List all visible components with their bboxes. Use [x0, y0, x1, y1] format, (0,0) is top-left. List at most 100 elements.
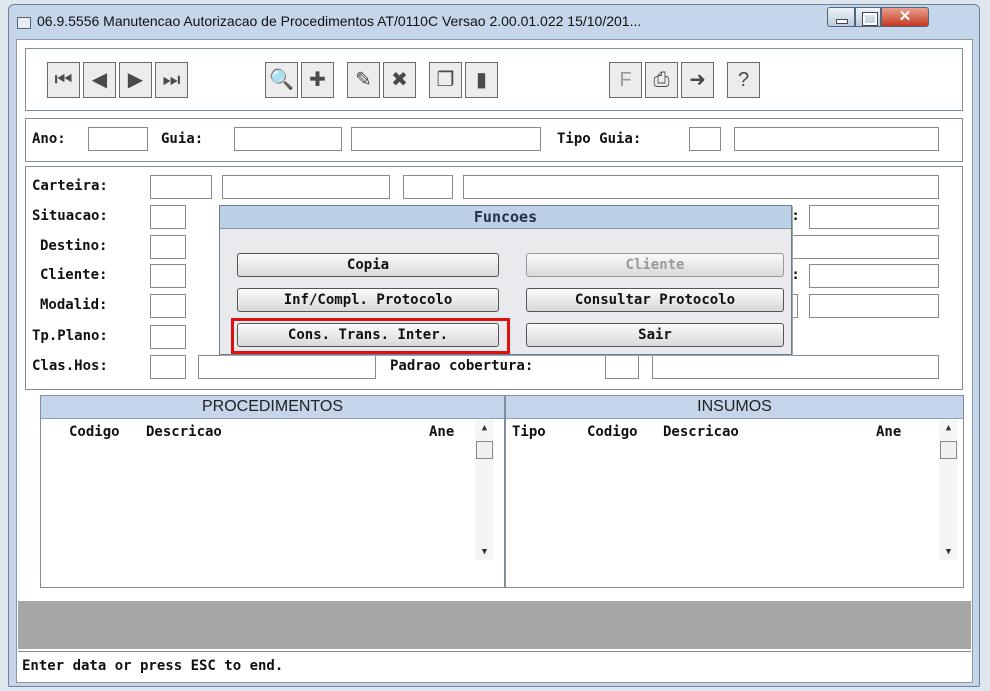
next-record-button[interactable]: ▶: [119, 62, 152, 98]
tipo-guia-label: Tipo Guia:: [557, 131, 642, 147]
delete-icon: ✖: [391, 69, 408, 91]
app-icon: [17, 17, 31, 29]
tp-plano-field[interactable]: [150, 325, 186, 349]
guia-label: Guia:: [161, 131, 204, 147]
modalid-right-field-2[interactable]: [809, 294, 939, 318]
header-panel: Ano: Guia: Tipo Guia:: [25, 118, 963, 162]
scroll-thumb[interactable]: [476, 441, 493, 459]
filter-icon: F: [619, 69, 632, 91]
add-icon: ✚: [309, 69, 326, 91]
scroll-thumb[interactable]: [940, 441, 957, 459]
padrao-cobertura-code-field[interactable]: [605, 355, 639, 379]
exit-icon: ➜: [689, 69, 706, 91]
guia-field-1[interactable]: [234, 127, 342, 151]
clas-hos-field-2[interactable]: [198, 355, 376, 379]
clas-hos-field-1[interactable]: [150, 355, 186, 379]
destino-field[interactable]: [150, 235, 186, 259]
open-button[interactable]: ▮: [465, 62, 498, 98]
proc-col-ane[interactable]: Ane: [429, 424, 454, 440]
add-button[interactable]: ✚: [301, 62, 334, 98]
gray-band: [18, 601, 971, 649]
scroll-up-icon[interactable]: ▲: [939, 420, 958, 436]
situacao-field[interactable]: [150, 205, 186, 229]
last-record-button[interactable]: ⏭: [155, 62, 188, 98]
last-icon: ⏭: [162, 69, 181, 91]
dialog-title: Funcoes: [220, 206, 791, 229]
client-area: ⏮ ◀ ▶ ⏭ 🔍 ✚ ✎ ✖ ❐ ▮ F ⎙ ➜ ? Ano: Guia: T…: [16, 39, 973, 683]
copia-button[interactable]: Copia: [237, 253, 499, 277]
filter-button[interactable]: F: [609, 62, 642, 98]
scroll-down-icon[interactable]: ▼: [939, 544, 958, 560]
maximize-button[interactable]: [855, 7, 881, 27]
tipo-guia-code-field[interactable]: [689, 127, 721, 151]
first-icon: ⏮: [54, 69, 73, 91]
sair-button[interactable]: Sair: [526, 323, 784, 347]
edit-button[interactable]: ✎: [347, 62, 380, 98]
close-icon: ✕: [898, 8, 912, 25]
procedimentos-scrollbar[interactable]: ▲ ▼: [475, 420, 494, 560]
modalid-field[interactable]: [150, 294, 186, 318]
right-field-1[interactable]: [809, 205, 939, 229]
modalid-label: Modalid:: [40, 297, 108, 313]
search-button[interactable]: 🔍: [265, 62, 298, 98]
ins-col-ane[interactable]: Ane: [876, 424, 901, 440]
carteira-field-2[interactable]: [222, 175, 390, 199]
carteira-field-4[interactable]: [463, 175, 939, 199]
app-window: 06.9.5556 Manutencao Autorizacao de Proc…: [8, 4, 980, 687]
ano-label: Ano:: [32, 131, 66, 147]
delete-button[interactable]: ✖: [383, 62, 416, 98]
help-icon: ?: [737, 69, 750, 91]
ins-col-tipo[interactable]: Tipo: [512, 424, 546, 440]
padrao-cobertura-label: Padrao cobertura:: [390, 358, 534, 374]
edit-icon: ✎: [355, 69, 372, 91]
padrao-cobertura-desc-field[interactable]: [652, 355, 939, 379]
exit-button[interactable]: ➜: [681, 62, 714, 98]
situacao-label: Situacao:: [32, 208, 108, 224]
cliente-field[interactable]: [150, 264, 186, 288]
ins-col-descricao[interactable]: Descricao: [663, 424, 739, 440]
cliente-label: Cliente:: [40, 267, 108, 283]
copy-icon: ❐: [436, 69, 455, 91]
procedimentos-grid: PROCEDIMENTOS Codigo Descricao Ane ▲ ▼: [40, 395, 505, 588]
clas-hos-label: Clas.Hos:: [32, 358, 108, 374]
minimize-button[interactable]: [827, 7, 855, 27]
proc-col-codigo[interactable]: Codigo: [69, 424, 120, 440]
insumos-scrollbar[interactable]: ▲ ▼: [939, 420, 958, 560]
insumos-title: INSUMOS: [506, 396, 963, 419]
copy-button[interactable]: ❐: [429, 62, 462, 98]
close-button[interactable]: ✕: [881, 7, 929, 27]
guia-field-2[interactable]: [351, 127, 541, 151]
window-title: 06.9.5556 Manutencao Autorizacao de Proc…: [37, 13, 642, 29]
ano-field[interactable]: [88, 127, 148, 151]
status-message: Enter data or press ESC to end.: [22, 658, 284, 674]
print-icon: ⎙: [653, 69, 670, 91]
destino-label: Destino:: [40, 238, 108, 254]
proc-col-descricao[interactable]: Descricao: [146, 424, 222, 440]
tipo-guia-desc-field[interactable]: [734, 127, 939, 151]
prev-icon: ◀: [91, 69, 108, 91]
first-record-button[interactable]: ⏮: [47, 62, 80, 98]
prev-record-button[interactable]: ◀: [83, 62, 116, 98]
scroll-up-icon[interactable]: ▲: [475, 420, 494, 436]
status-bar: Enter data or press ESC to end.: [18, 651, 971, 682]
carteira-label: Carteira:: [32, 178, 108, 194]
title-bar[interactable]: 06.9.5556 Manutencao Autorizacao de Proc…: [9, 5, 979, 39]
cliente-button[interactable]: Cliente: [526, 253, 784, 277]
carteira-field-1[interactable]: [150, 175, 212, 199]
procedimentos-title: PROCEDIMENTOS: [41, 396, 504, 419]
minimize-icon: [836, 19, 848, 24]
toolbar: ⏮ ◀ ▶ ⏭ 🔍 ✚ ✎ ✖ ❐ ▮ F ⎙ ➜ ?: [25, 48, 963, 111]
help-button[interactable]: ?: [727, 62, 760, 98]
search-icon: 🔍: [269, 69, 294, 91]
right-field-2[interactable]: [809, 264, 939, 288]
print-button[interactable]: ⎙: [645, 62, 678, 98]
carteira-field-3[interactable]: [403, 175, 453, 199]
door-icon: ▮: [475, 69, 487, 91]
ins-col-codigo[interactable]: Codigo: [587, 424, 638, 440]
inf-compl-protocolo-button[interactable]: Inf/Compl. Protocolo: [237, 288, 499, 312]
consultar-protocolo-button[interactable]: Consultar Protocolo: [526, 288, 784, 312]
maximize-icon: [862, 12, 878, 26]
scroll-down-icon[interactable]: ▼: [475, 544, 494, 560]
tp-plano-label: Tp.Plano:: [32, 328, 108, 344]
insumos-grid: INSUMOS Tipo Codigo Descricao Ane ▲ ▼: [505, 395, 964, 588]
